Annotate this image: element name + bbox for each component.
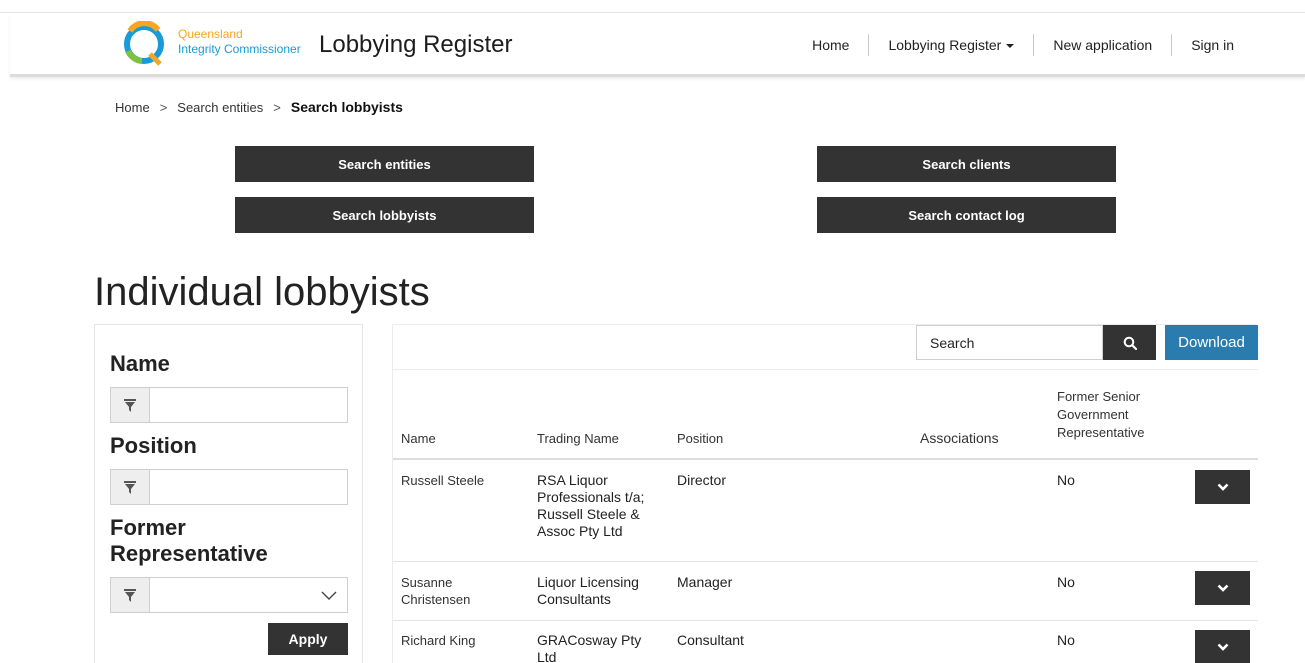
- breadcrumb-home[interactable]: Home: [115, 100, 150, 115]
- apply-button[interactable]: Apply: [268, 623, 348, 655]
- expand-row-button[interactable]: [1195, 571, 1250, 605]
- results-panel: Search Download Name Trading Name Positi…: [392, 324, 1258, 663]
- former-representative-select[interactable]: [110, 577, 348, 613]
- column-header-former-representative[interactable]: Former Senior Government Representative: [1057, 388, 1177, 442]
- site-header: Queensland Integrity Commissioner Lobbyi…: [10, 13, 1305, 77]
- expand-row-button[interactable]: [1195, 470, 1250, 504]
- chevron-down-icon: [1217, 584, 1228, 592]
- chevron-down-icon[interactable]: [321, 587, 337, 603]
- nav-lobbying-register[interactable]: Lobbying Register: [869, 34, 1033, 56]
- search-input[interactable]: Search: [916, 325, 1103, 360]
- filter-panel: Name Position Former Representative Appl…: [94, 324, 363, 663]
- former-representative-field[interactable]: [150, 578, 347, 612]
- cell-position: Director: [677, 472, 727, 488]
- page-title: Individual lobbyists: [94, 270, 430, 314]
- breadcrumb-separator: >: [159, 99, 168, 115]
- cell-name: Richard King: [401, 633, 476, 648]
- cell-trading-name: GRACosway Pty Ltd: [537, 632, 642, 663]
- nav-sign-in[interactable]: Sign in: [1172, 34, 1253, 56]
- filter-icon[interactable]: [111, 578, 150, 612]
- filter-icon[interactable]: [111, 470, 150, 504]
- filter-icon[interactable]: [111, 388, 150, 422]
- nav-lobbying-register-label: Lobbying Register: [888, 37, 1002, 53]
- column-header-associations[interactable]: Associations: [920, 429, 999, 447]
- cell-trading-name: Liquor Licensing Consultants: [537, 574, 639, 607]
- column-header-position[interactable]: Position: [677, 430, 723, 448]
- nav-home[interactable]: Home: [793, 34, 868, 56]
- nav-new-application[interactable]: New application: [1034, 34, 1171, 56]
- cell-trading-name: RSA Liquor Professionals t/a; Russell St…: [537, 472, 645, 539]
- qic-logo[interactable]: [120, 20, 170, 67]
- cell-former-representative: No: [1057, 632, 1075, 648]
- search-icon: [1123, 336, 1137, 350]
- former-representative-filter-label: Former Representative: [110, 515, 268, 566]
- column-header-name[interactable]: Name: [401, 430, 436, 448]
- breadcrumb: Home > Search entities > Search lobbyist…: [115, 99, 403, 115]
- chevron-down-icon: [1217, 643, 1228, 651]
- chevron-down-icon: [1217, 483, 1228, 491]
- search-lobbyists-button[interactable]: Search lobbyists: [235, 197, 534, 233]
- main-nav: Home Lobbying Register New application S…: [793, 34, 1253, 56]
- table-header-divider: [393, 458, 1258, 460]
- search-contact-log-button[interactable]: Search contact log: [817, 197, 1116, 233]
- row-divider: [393, 620, 1258, 621]
- cell-former-representative: No: [1057, 574, 1075, 590]
- breadcrumb-search-entities[interactable]: Search entities: [177, 100, 263, 115]
- row-divider: [393, 561, 1258, 562]
- column-header-trading-name[interactable]: Trading Name: [537, 430, 619, 448]
- name-filter-label: Name: [110, 351, 170, 376]
- cell-position: Consultant: [677, 632, 744, 648]
- expand-row-button[interactable]: [1195, 630, 1250, 663]
- logo-text: Queensland Integrity Commissioner: [178, 27, 301, 57]
- breadcrumb-separator: >: [273, 99, 281, 115]
- site-title[interactable]: Lobbying Register: [319, 31, 512, 59]
- caret-down-icon: [1006, 44, 1015, 49]
- position-filter-input[interactable]: [110, 469, 348, 505]
- logo-line-1: Queensland: [178, 27, 243, 41]
- cell-name: Russell Steele: [401, 473, 485, 488]
- breadcrumb-current: Search lobbyists: [290, 99, 403, 115]
- name-filter-input[interactable]: [110, 387, 348, 423]
- cell-position: Manager: [677, 574, 733, 590]
- search-entities-button[interactable]: Search entities: [235, 146, 534, 182]
- toolbar-divider: [393, 369, 1258, 370]
- download-button[interactable]: Download: [1165, 325, 1258, 360]
- search-button[interactable]: [1103, 325, 1156, 360]
- name-filter-field[interactable]: [150, 388, 347, 422]
- cell-name: Susanne Christensen: [401, 575, 471, 607]
- search-clients-button[interactable]: Search clients: [817, 146, 1116, 182]
- position-filter-field[interactable]: [150, 470, 347, 504]
- cell-former-representative: No: [1057, 472, 1075, 488]
- position-filter-label: Position: [110, 433, 197, 458]
- logo-line-2: Integrity Commissioner: [178, 42, 301, 56]
